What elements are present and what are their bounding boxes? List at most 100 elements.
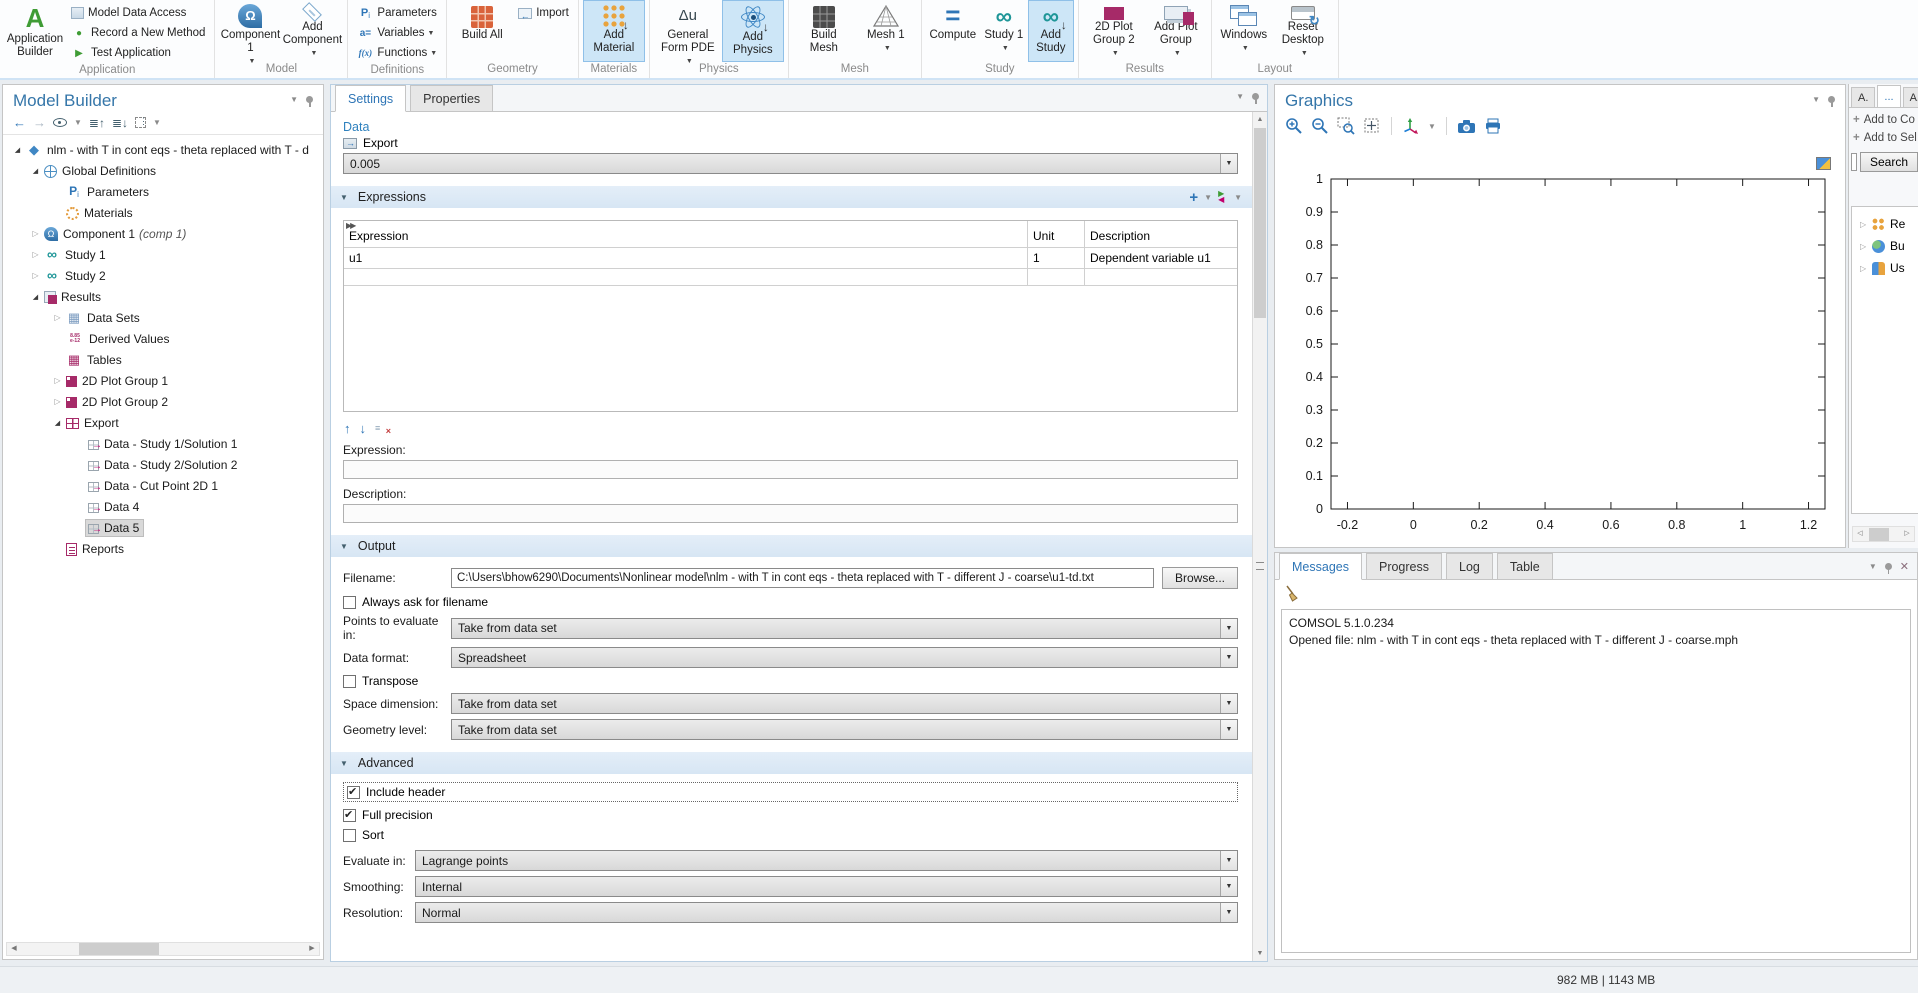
tree-item-body[interactable]: Data - Study 2/Solution 2: [86, 457, 241, 473]
tree-item[interactable]: ◢Global Definitions: [3, 160, 323, 181]
search-input[interactable]: [1851, 153, 1857, 171]
zoom-in-icon[interactable]: [1285, 117, 1303, 135]
space-dimension-combobox[interactable]: Take from data set▼: [451, 693, 1238, 714]
collapse-arrow-icon[interactable]: ▼: [340, 759, 348, 768]
expand-arrow[interactable]: ▷: [1860, 264, 1872, 273]
tree-item[interactable]: Data 4: [3, 496, 323, 517]
tree-item-body[interactable]: nlm - with T in cont eqs - theta replace…: [24, 141, 313, 158]
add-plot-group-button[interactable]: Add Plot Group▼: [1145, 0, 1207, 62]
sidebar-tab[interactable]: A.: [1851, 87, 1875, 107]
tree-item-body[interactable]: Study 1: [42, 246, 110, 263]
scrollbar-thumb[interactable]: [1869, 528, 1889, 541]
material-tree-item-recent[interactable]: ▷ Re: [1852, 213, 1918, 235]
scroll-right-button[interactable]: ▶: [305, 943, 319, 955]
dropdown-caret[interactable]: ▼: [74, 118, 82, 127]
add-to-component-link[interactable]: + Add to Co: [1853, 114, 1918, 126]
variables-button[interactable]: Variables▼: [352, 23, 442, 43]
scroll-left-button[interactable]: ◁: [1853, 528, 1867, 540]
panel-menu-caret[interactable]: ▼: [1812, 95, 1820, 104]
functions-button[interactable]: Functions▼: [352, 43, 442, 63]
scroll-up-button[interactable]: ▲: [1253, 112, 1267, 127]
dropdown-caret[interactable]: ▼: [1234, 193, 1242, 202]
collapse-arrow-icon[interactable]: ▼: [340, 542, 348, 551]
geometry-level-combobox[interactable]: Take from data set▼: [451, 719, 1238, 740]
expand-all-icon[interactable]: ≣↓: [112, 116, 128, 130]
model-data-access-button[interactable]: Model Data Access: [66, 3, 210, 23]
pin-icon[interactable]: [1252, 93, 1259, 100]
resolution-combobox[interactable]: Normal▼: [415, 902, 1238, 923]
zoom-box-icon[interactable]: [1337, 117, 1355, 135]
move-up-button[interactable]: ↑: [344, 422, 351, 435]
tree-item[interactable]: ◢Export: [3, 412, 323, 433]
tab-messages[interactable]: Messages: [1279, 553, 1362, 580]
messages-content[interactable]: COMSOL 5.1.0.234 Opened file: nlm - with…: [1281, 609, 1911, 953]
panel-menu-caret[interactable]: ▼: [1236, 92, 1244, 101]
mesh1-button[interactable]: Mesh 1▼: [855, 0, 917, 62]
tree-item-body[interactable]: Data - Cut Point 2D 1: [86, 478, 222, 494]
combobox-caret-icon[interactable]: ▼: [1220, 851, 1237, 870]
search-button[interactable]: Search: [1860, 152, 1918, 172]
move-down-button[interactable]: ↓: [360, 422, 367, 435]
transpose-checkbox[interactable]: [343, 675, 356, 688]
expand-arrow[interactable]: ▷: [51, 376, 64, 385]
parameters-button[interactable]: Parameters: [352, 3, 442, 23]
component1-button[interactable]: Component 1▼: [219, 0, 281, 62]
snapshot-camera-icon[interactable]: [1457, 118, 1476, 134]
back-arrow-icon[interactable]: ←: [13, 115, 26, 130]
pin-icon[interactable]: [1828, 96, 1835, 103]
import-button[interactable]: Import: [513, 3, 574, 23]
print-icon[interactable]: [1484, 118, 1502, 134]
description-input[interactable]: [343, 504, 1238, 523]
scroll-right-button[interactable]: ▷: [1900, 528, 1914, 540]
tree-item-body[interactable]: Study 2: [42, 267, 110, 284]
tree-item-body[interactable]: Global Definitions: [42, 163, 160, 179]
tab-settings[interactable]: Settings: [335, 85, 406, 112]
tree-item[interactable]: ◢Results: [3, 286, 323, 307]
tree-item[interactable]: Materials: [3, 202, 323, 223]
zoom-out-icon[interactable]: [1311, 117, 1329, 135]
tree-item-body[interactable]: Materials: [64, 205, 137, 221]
tree-item[interactable]: ▷2D Plot Group 2: [3, 391, 323, 412]
tab-progress[interactable]: Progress: [1366, 553, 1442, 579]
scroll-down-button[interactable]: ▼: [1253, 946, 1267, 961]
zoom-extents-icon[interactable]: [1363, 117, 1381, 135]
panel-menu-caret[interactable]: ▼: [1869, 562, 1877, 571]
material-tree-item-user[interactable]: ▷ Us: [1852, 257, 1918, 279]
combobox-caret-icon[interactable]: ▼: [1220, 694, 1237, 713]
column-header[interactable]: Unit: [1028, 221, 1085, 247]
dropdown-caret[interactable]: ▼: [1204, 193, 1212, 202]
expand-arrow[interactable]: ▷: [29, 229, 42, 238]
table-row[interactable]: u1 1 Dependent variable u1: [344, 248, 1237, 269]
tree-item-body[interactable]: Results: [42, 289, 105, 305]
material-tree-item-builtin[interactable]: ▷ Bu: [1852, 235, 1918, 257]
model-tree-node-icon[interactable]: [135, 117, 146, 128]
collapse-arrow-icon[interactable]: ▼: [340, 193, 348, 202]
forward-arrow-icon[interactable]: →: [33, 115, 46, 130]
expand-arrow[interactable]: ▷: [29, 250, 42, 259]
tree-item-body[interactable]: Derived Values: [64, 330, 173, 347]
expand-arrow[interactable]: ▷: [51, 313, 64, 322]
sidebar-tab[interactable]: A.: [1903, 87, 1918, 107]
delete-button[interactable]: [375, 423, 388, 434]
close-icon[interactable]: ✕: [1900, 560, 1909, 573]
plot-canvas[interactable]: -0.200.20.40.60.811.200.10.20.30.40.50.6…: [1285, 169, 1841, 541]
tree-item[interactable]: Reports: [3, 538, 323, 559]
column-settings-icon[interactable]: ▶▶: [346, 221, 354, 230]
evaluate-in-combobox[interactable]: Lagrange points▼: [415, 850, 1238, 871]
tree-item-body[interactable]: 2D Plot Group 1: [64, 373, 172, 389]
tree-item[interactable]: Data - Study 1/Solution 1: [3, 433, 323, 454]
tree-item-body[interactable]: Data 5: [86, 520, 143, 536]
sort-checkbox[interactable]: [343, 829, 356, 842]
include-header-checkbox[interactable]: [347, 786, 360, 799]
build-mesh-button[interactable]: Build Mesh: [793, 0, 855, 62]
tab-table[interactable]: Table: [1497, 553, 1553, 579]
combobox-caret-icon[interactable]: ▼: [1220, 648, 1237, 667]
column-header[interactable]: Description: [1085, 221, 1237, 247]
dropdown-caret[interactable]: ▼: [153, 118, 161, 127]
combobox-caret-icon[interactable]: ▼: [1220, 903, 1237, 922]
tree-item[interactable]: ▷Component 1(comp 1): [3, 223, 323, 244]
add-physics-button[interactable]: Add Physics: [722, 0, 784, 62]
full-precision-checkbox[interactable]: [343, 809, 356, 822]
tree-item[interactable]: ▷Study 1: [3, 244, 323, 265]
sidebar-tab-active[interactable]: ...: [1877, 85, 1900, 107]
